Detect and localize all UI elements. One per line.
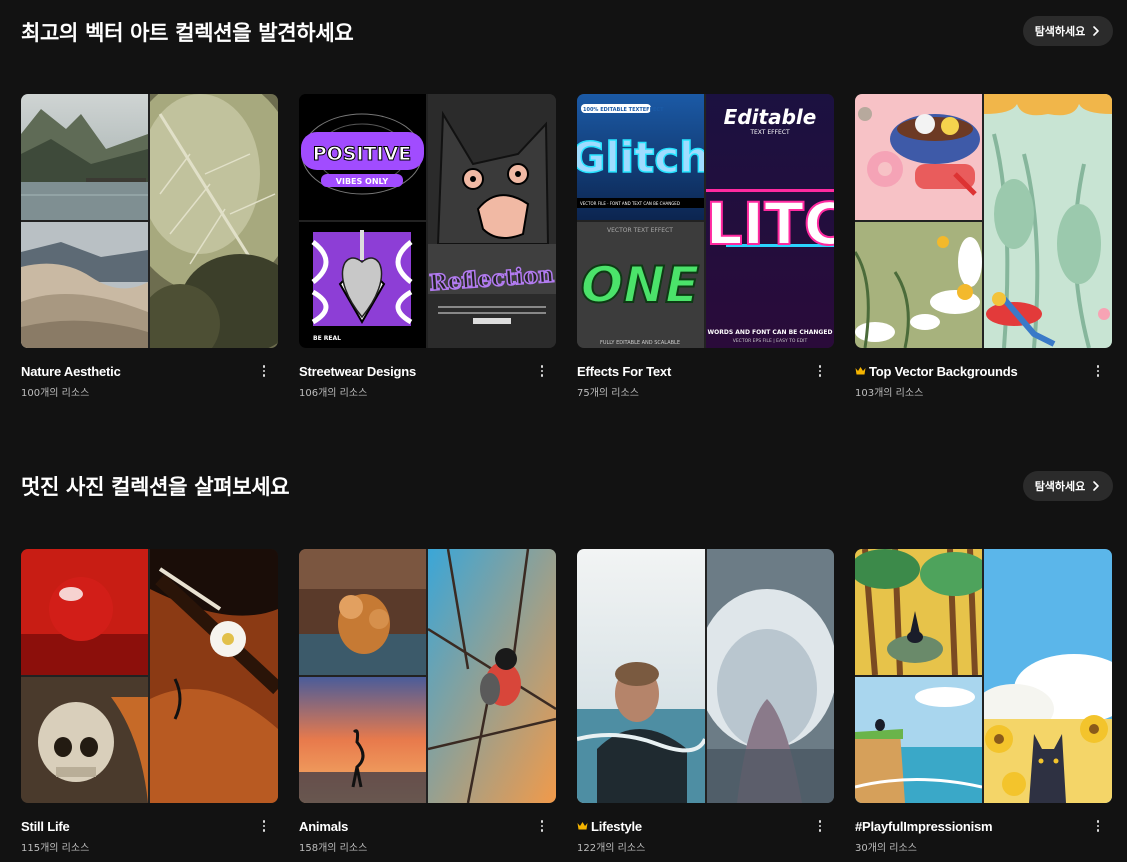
card-title-row: Effects For Text [577, 362, 834, 380]
more-vertical-icon[interactable] [536, 362, 548, 380]
card-title[interactable]: Lifestyle [591, 819, 642, 834]
resource-count: 106개의 리소스 [299, 388, 368, 399]
card-title[interactable]: Animals [299, 819, 348, 834]
card-title-row: #PlayfulImpressionism [855, 817, 1112, 835]
vector-eps-text: VECTOR EPS FILE | EASY TO EDIT [733, 338, 808, 344]
explore-label: 탐색하세요 [1034, 480, 1086, 493]
collection-thumbnail[interactable]: POSITIVE VIBES ONLY BE REAL Reflection [299, 94, 556, 348]
resource-count: 122개의 리소스 [577, 843, 646, 854]
resource-count: 158개의 리소스 [299, 843, 368, 854]
card-title-row: Streetwear Designs [299, 362, 556, 380]
editable-textefect-text: 100% EDITABLE TEXTEFFECT [583, 107, 664, 113]
collection-card-lifestyle[interactable]: Lifestyle 122개의 리소스 [577, 549, 834, 854]
preview-image-cliff-cat [855, 677, 982, 803]
positive-text: POSITIVE [313, 143, 412, 165]
vector-file-text: VECTOR FILE · FONT AND TEXT CAN BE CHANG… [580, 201, 680, 206]
resource-count: 75개의 리소스 [577, 388, 639, 399]
more-vertical-icon[interactable] [258, 362, 270, 380]
card-title-row: Still Life [21, 817, 278, 835]
collection-thumbnail[interactable] [855, 549, 1112, 803]
more-vertical-icon[interactable] [1092, 362, 1104, 380]
explore-label: 탐색하세요 [1034, 25, 1086, 38]
preview-image-glitch-purple: Editable TEXT EFFECT LITC WORDS AND FONT… [706, 94, 834, 348]
be-real-text: BE REAL [313, 335, 341, 342]
card-title-row: Top Vector Backgrounds [855, 362, 1112, 380]
preview-image-monkeys [299, 549, 426, 675]
resource-count: 30개의 리소스 [855, 843, 917, 854]
collection-thumbnail[interactable] [855, 94, 1112, 348]
collection-card-streetwear-designs[interactable]: POSITIVE VIBES ONLY BE REAL Reflection S… [299, 94, 556, 399]
section-title: 최고의 벡터 아트 컬렉션을 발견하세요 [21, 21, 354, 45]
preview-image-violin [150, 549, 278, 803]
preview-image-bullfinch [428, 549, 556, 803]
collection-thumbnail[interactable] [299, 549, 556, 803]
collection-card-top-vector-backgrounds[interactable]: Top Vector Backgrounds 103개의 리소스 [855, 94, 1112, 399]
vector-text-effect-text: VECTOR TEXT EFFECT [607, 227, 673, 234]
chevron-right-icon [1093, 481, 1100, 491]
more-vertical-icon[interactable] [1092, 817, 1104, 835]
preview-image-dunes [21, 222, 148, 348]
fully-editable-text: FULLY EDITABLE AND SCALABLE [600, 340, 680, 346]
card-title[interactable]: #PlayfulImpressionism [855, 819, 993, 834]
collection-thumbnail[interactable] [21, 94, 278, 348]
resource-count: 115개의 리소스 [21, 843, 90, 854]
preview-image-skull [21, 677, 148, 803]
more-vertical-icon[interactable] [814, 817, 826, 835]
editable-text: Editable [724, 105, 817, 129]
card-title-row: Animals [299, 817, 556, 835]
collection-card-nature-aesthetic[interactable]: Nature Aesthetic 100개의 리소스 [21, 94, 278, 399]
more-vertical-icon[interactable] [536, 817, 548, 835]
card-title[interactable]: Streetwear Designs [299, 364, 416, 379]
preview-image-lake [21, 94, 148, 220]
collection-thumbnail[interactable] [577, 549, 834, 803]
card-title[interactable]: Still Life [21, 819, 70, 834]
card-title[interactable]: Nature Aesthetic [21, 364, 121, 379]
card-title[interactable]: Effects For Text [577, 364, 671, 379]
resource-count: 100개의 리소스 [21, 388, 90, 399]
preview-image-red-sphere [21, 549, 148, 675]
preview-image-glitch-blue: 100% EDITABLE TEXTEFFECT Glitch VECTOR F… [577, 94, 704, 220]
resource-count: 103개의 리소스 [855, 388, 924, 399]
crown-icon [577, 822, 588, 830]
words-font-text: WORDS AND FONT CAN BE CHANGED [708, 329, 833, 336]
preview-image-leaf [150, 94, 278, 348]
green-word-text: ONE [581, 256, 700, 314]
preview-image-positive: POSITIVE VIBES ONLY [299, 94, 426, 220]
preview-image-forest-cat [855, 549, 982, 675]
collection-card-playful-impressionism[interactable]: #PlayfulImpressionism 30개의 리소스 [855, 549, 1112, 854]
text-effect-text: TEXT EFFECT [749, 129, 790, 136]
card-title[interactable]: Top Vector Backgrounds [869, 364, 1018, 379]
card-title-row: Nature Aesthetic [21, 362, 278, 380]
preview-image-cats-teacup [855, 94, 982, 220]
more-vertical-icon[interactable] [258, 817, 270, 835]
more-vertical-icon[interactable] [814, 362, 826, 380]
preview-image-parrot [984, 94, 1112, 348]
section-title: 멋진 사진 컬렉션을 살펴보세요 [21, 475, 290, 499]
collection-card-animals[interactable]: Animals 158개의 리소스 [299, 549, 556, 854]
crown-icon [855, 367, 866, 375]
collection-card-still-life[interactable]: Still Life 115개의 리소스 [21, 549, 278, 854]
collection-thumbnail[interactable]: 100% EDITABLE TEXTEFFECT Glitch VECTOR F… [577, 94, 834, 348]
preview-image-green-text: VECTOR TEXT EFFECT ONE FULLY EDITABLE AN… [577, 222, 704, 348]
chevron-right-icon [1093, 26, 1100, 36]
explore-button[interactable]: 탐색하세요 [1023, 16, 1113, 46]
glitch-short-text: LITC [706, 190, 834, 258]
collection-thumbnail[interactable] [21, 549, 278, 803]
preview-image-daisies [855, 222, 982, 348]
preview-image-wave-hands [707, 549, 834, 803]
explore-button[interactable]: 탐색하세요 [1023, 471, 1113, 501]
card-title-row: Lifestyle [577, 817, 834, 835]
preview-image-heron [299, 677, 426, 803]
collection-card-effects-for-text[interactable]: 100% EDITABLE TEXTEFFECT Glitch VECTOR F… [577, 94, 834, 399]
preview-image-surfer [577, 549, 705, 803]
glitch-text: Glitch [577, 133, 704, 182]
preview-image-cat: Reflection [428, 94, 556, 348]
vibes-only-text: VIBES ONLY [336, 177, 389, 186]
preview-image-sunflower-cat [984, 549, 1112, 803]
preview-image-heart: BE REAL [299, 222, 426, 348]
